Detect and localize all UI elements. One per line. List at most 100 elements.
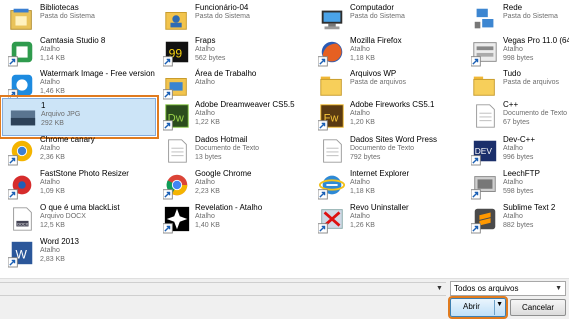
svg-text:DOCX: DOCX xyxy=(17,223,28,227)
shortcut-arrow-icon xyxy=(471,155,481,166)
file-item[interactable]: Camtasia Studio 8 Atalho 1,14 KB xyxy=(2,34,154,70)
file-item[interactable]: Fw Adobe Fireworks CS5.1 Atalho 1,20 KB xyxy=(312,98,464,134)
file-item[interactable]: Revo Uninstaller Atalho 1,26 KB xyxy=(312,201,464,237)
chrome-icon xyxy=(163,174,188,200)
revo-icon xyxy=(318,209,343,234)
file-type: Pasta de arquivos xyxy=(350,79,407,86)
file-name: Chrome canary xyxy=(40,135,95,144)
file-name: Área de Trabalho xyxy=(195,69,257,78)
chrome-canary-icon xyxy=(8,140,33,166)
file-name: Computador xyxy=(350,3,395,12)
shortcut-arrow-icon xyxy=(8,155,18,166)
file-item[interactable]: Computador Pasta do Sistema xyxy=(312,1,464,37)
file-item[interactable]: Vegas Pro 11.0 (64-bit)Atalho 998 bytes xyxy=(465,34,569,70)
word-icon: W xyxy=(8,241,33,268)
file-item[interactable]: DEV Dev-C++ Atalho 996 bytes xyxy=(465,133,569,169)
file-type: Atalho xyxy=(195,79,215,86)
file-name: Tudo xyxy=(503,69,521,78)
folder-icon xyxy=(320,76,342,96)
shortcut-arrow-icon xyxy=(163,223,173,234)
file-type: Atalho xyxy=(40,179,60,186)
file-item[interactable]: 1 Arquivo JPG 292 KB xyxy=(0,95,159,139)
file-name: LeechFTP xyxy=(503,169,540,178)
faststone-icon xyxy=(8,175,32,200)
shortcut-arrow-icon xyxy=(163,120,173,131)
file-name: Mozilla Firefox xyxy=(350,36,402,45)
file-name: Watermark Image - Free version xyxy=(40,69,155,78)
file-size: 2,36 KB xyxy=(40,154,65,161)
shortcut-arrow-icon xyxy=(163,56,173,67)
chevron-down-icon: ▼ xyxy=(555,285,562,292)
file-item[interactable]: C++ Documento de Texto 67 bytes xyxy=(465,98,569,134)
file-item[interactable]: Revelation - Atalho Atalho 1,40 KB xyxy=(157,201,309,237)
leechftp-icon xyxy=(471,176,496,200)
desktop-folder-icon xyxy=(163,78,187,100)
shortcut-arrow-icon xyxy=(318,223,328,234)
firefox-icon xyxy=(318,41,343,67)
file-type: Atalho xyxy=(195,213,215,220)
fraps-icon: 99 xyxy=(163,41,189,67)
file-name: 1 xyxy=(41,101,46,110)
file-type: Pasta do Sistema xyxy=(40,13,95,20)
file-name: Google Chrome xyxy=(195,169,252,178)
scroll-right-icon[interactable]: ▼ xyxy=(436,285,443,292)
computer-icon xyxy=(321,10,343,30)
file-size: 996 bytes xyxy=(503,154,534,161)
ie-icon xyxy=(318,175,346,200)
file-type: Atalho xyxy=(350,110,370,117)
file-size: 1,22 KB xyxy=(195,119,220,126)
file-type: Atalho xyxy=(503,46,523,53)
docx-file-icon: DOCX xyxy=(13,207,32,231)
file-size: 292 KB xyxy=(41,120,64,127)
file-item[interactable]: Rede Pasta do Sistema xyxy=(465,1,569,37)
file-name: Dados Hotmail xyxy=(195,135,248,144)
open-button[interactable]: Abrir ▼ xyxy=(448,296,508,319)
file-type: Documento de Texto xyxy=(195,145,260,152)
file-name: Arquivos WP xyxy=(350,69,397,78)
file-item[interactable]: LeechFTP Atalho 598 bytes xyxy=(465,167,569,203)
file-type: Atalho xyxy=(503,213,523,220)
file-item[interactable]: FastStone Photo Resizer Atalho 1,09 KB xyxy=(2,167,154,203)
open-button-label: Abrir xyxy=(463,302,480,311)
file-name: Internet Explorer xyxy=(350,169,410,178)
file-name: Rede xyxy=(503,3,523,12)
file-item[interactable]: Chrome canary Atalho 2,36 KB xyxy=(2,133,154,169)
file-item[interactable]: Dw Adobe Dreamweaver CS5.5 Atalho 1,22 KB xyxy=(157,98,309,134)
file-name: O que é uma blackList xyxy=(40,203,120,212)
file-item[interactable]: 99 Fraps Atalho 562 bytes xyxy=(157,34,309,70)
libraries-icon xyxy=(10,8,32,30)
file-name: Revelation - Atalho xyxy=(195,203,263,212)
horizontal-scrollbar[interactable] xyxy=(0,282,446,296)
file-name: Funcionário-04 xyxy=(195,3,249,12)
file-item[interactable]: Internet Explorer Atalho 1,18 KB xyxy=(312,167,464,203)
open-dropdown-icon[interactable]: ▼ xyxy=(496,301,503,308)
cancel-button[interactable]: Cancelar xyxy=(510,299,566,316)
file-item[interactable]: W Word 2013 Atalho 2,83 KB xyxy=(2,235,154,271)
file-size: 1,14 KB xyxy=(40,55,65,62)
shortcut-arrow-icon xyxy=(163,189,173,200)
file-name: C++ xyxy=(503,100,519,109)
file-type: Atalho xyxy=(350,213,370,220)
file-name: Sublime Text 2 xyxy=(503,203,556,212)
file-type: Pasta do Sistema xyxy=(503,13,558,20)
file-item[interactable]: Sublime Text 2 Atalho 882 bytes xyxy=(465,201,569,237)
split-divider xyxy=(494,300,495,315)
file-item[interactable]: Funcionário-04 Pasta do Sistema xyxy=(157,1,309,37)
file-name: Camtasia Studio 8 xyxy=(40,36,106,45)
file-type: Arquivo JPG xyxy=(41,111,81,118)
file-size: 1,40 KB xyxy=(195,222,220,229)
file-type-select[interactable]: Todos os arquivos ▼ xyxy=(450,281,566,296)
file-item[interactable]: DOCX O que é uma blackList Arquivo DOCX 12,… xyxy=(2,201,154,237)
file-item[interactable]: Mozilla Firefox Atalho 1,18 KB xyxy=(312,34,464,70)
file-item[interactable]: Bibliotecas Pasta do Sistema xyxy=(2,1,154,37)
text-file-icon xyxy=(323,139,342,163)
jpg-file-icon xyxy=(10,110,36,126)
file-item[interactable]: Dados Sites Word Press Documento de Texto… xyxy=(312,133,464,169)
shortcut-arrow-icon xyxy=(471,56,481,67)
sublime-icon xyxy=(471,208,496,234)
file-item[interactable]: Dados Hotmail Documento de Texto 13 bytes xyxy=(157,133,309,169)
dreamweaver-icon: Dw xyxy=(163,104,189,131)
file-size: 1,18 KB xyxy=(350,188,375,195)
file-item[interactable]: Google Chrome Atalho 2,23 KB xyxy=(157,167,309,203)
text-file-icon xyxy=(168,139,187,163)
